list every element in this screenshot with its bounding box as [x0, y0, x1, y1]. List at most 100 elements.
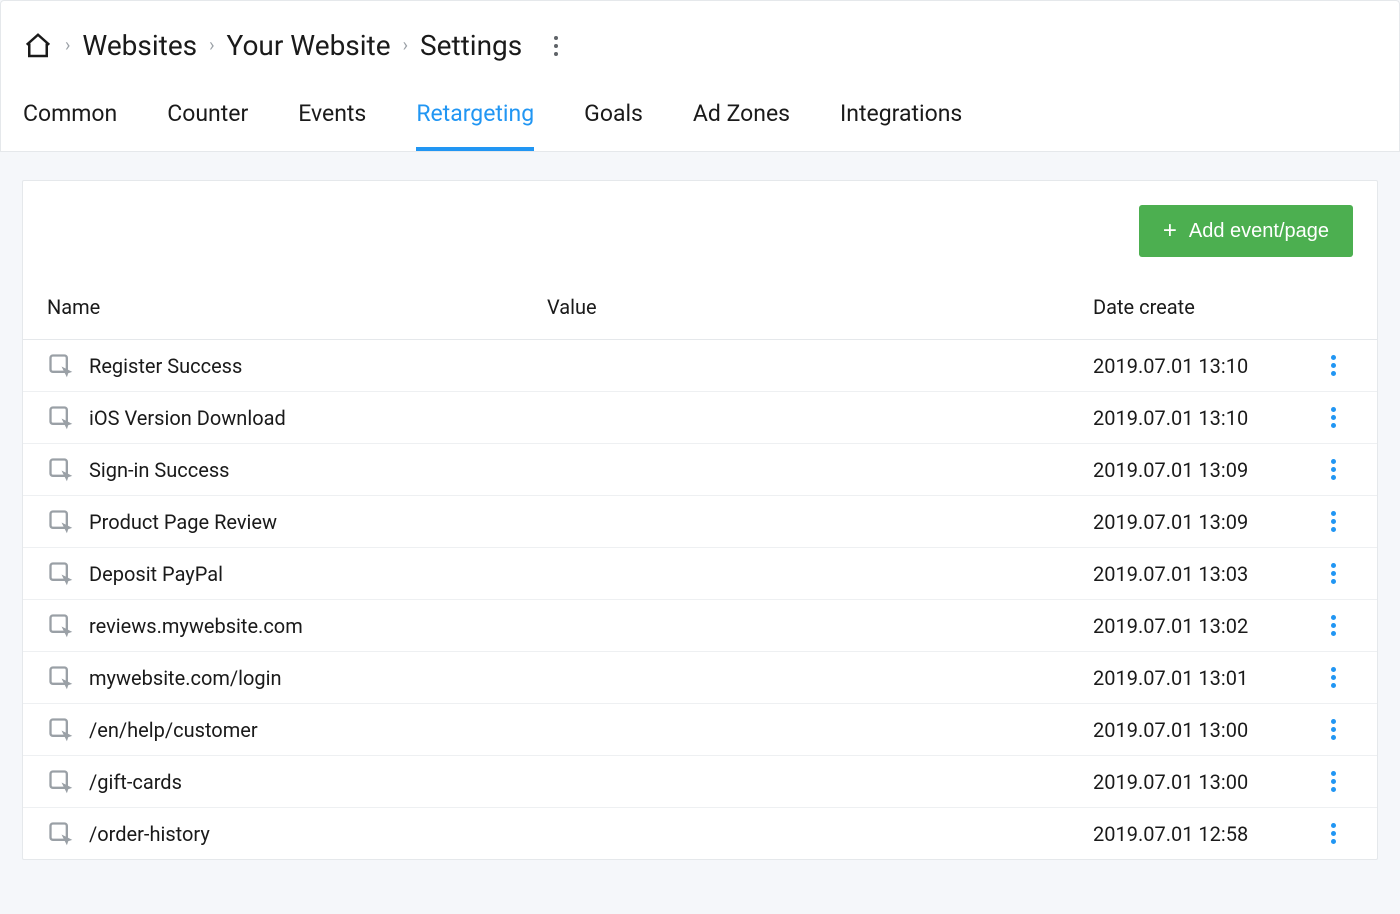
row-menu-icon[interactable] — [1327, 663, 1340, 692]
retargeting-card: + Add event/page Name Value Date create … — [22, 180, 1378, 860]
column-header-date: Date create — [1093, 295, 1313, 319]
row-menu-icon[interactable] — [1327, 455, 1340, 484]
row-date-cell: 2019.07.01 13:10 — [1093, 354, 1313, 378]
row-actions-cell — [1313, 559, 1353, 588]
add-event-page-button[interactable]: + Add event/page — [1139, 205, 1353, 257]
table-row[interactable]: Product Page Review 2019.07.01 13:09 — [23, 496, 1377, 548]
row-actions-cell — [1313, 455, 1353, 484]
row-name-text: iOS Version Download — [89, 406, 286, 430]
chevron-right-icon: › — [403, 35, 408, 56]
row-name-text: Deposit PayPal — [89, 562, 223, 586]
row-actions-cell — [1313, 351, 1353, 380]
page-cursor-icon — [47, 768, 75, 796]
row-menu-icon[interactable] — [1327, 351, 1340, 380]
tab-integrations[interactable]: Integrations — [840, 82, 962, 151]
row-menu-icon[interactable] — [1327, 507, 1340, 536]
row-name-text: mywebsite.com/login — [89, 666, 282, 690]
row-menu-icon[interactable] — [1327, 767, 1340, 796]
page-cursor-icon — [47, 716, 75, 744]
row-name-text: /en/help/customer — [89, 718, 258, 742]
breadcrumb-item-websites[interactable]: Websites — [82, 29, 197, 62]
card-actions: + Add event/page — [23, 181, 1377, 281]
row-date-cell: 2019.07.01 13:00 — [1093, 770, 1313, 794]
row-date-cell: 2019.07.01 13:01 — [1093, 666, 1313, 690]
row-menu-icon[interactable] — [1327, 611, 1340, 640]
row-name-text: /gift-cards — [89, 770, 182, 794]
row-actions-cell — [1313, 767, 1353, 796]
add-button-label: Add event/page — [1189, 220, 1329, 243]
table-rows: Register Success2019.07.01 13:10iOS Vers… — [23, 340, 1377, 859]
row-date-cell: 2019.07.01 13:10 — [1093, 406, 1313, 430]
home-icon[interactable] — [23, 31, 53, 61]
row-name-text: Register Success — [89, 354, 242, 378]
table-row[interactable]: /en/help/customer 2019.07.01 13:00 — [23, 704, 1377, 756]
row-menu-icon[interactable] — [1327, 715, 1340, 744]
table-row[interactable]: mywebsite.com/login 2019.07.01 13:01 — [23, 652, 1377, 704]
row-date-cell: 2019.07.01 13:00 — [1093, 718, 1313, 742]
row-name-cell: Sign-in Success — [47, 456, 547, 484]
chevron-right-icon: › — [209, 35, 214, 56]
tabs: Common Counter Events Retargeting Goals … — [1, 82, 1399, 151]
content-area: + Add event/page Name Value Date create … — [0, 152, 1400, 888]
table-header: Name Value Date create — [23, 281, 1377, 340]
row-name-text: Product Page Review — [89, 510, 277, 534]
row-name-cell: Product Page Review — [47, 508, 547, 536]
page-cursor-icon — [47, 456, 75, 484]
column-header-value: Value — [547, 295, 1093, 319]
page-cursor-icon — [47, 404, 75, 432]
row-actions-cell — [1313, 507, 1353, 536]
tab-goals[interactable]: Goals — [584, 82, 643, 151]
row-date-cell: 2019.07.01 13:09 — [1093, 458, 1313, 482]
row-name-cell: Register Success — [47, 352, 547, 380]
breadcrumb-item-your-website[interactable]: Your Website — [227, 29, 391, 62]
column-header-actions — [1313, 295, 1353, 319]
page-cursor-icon — [47, 664, 75, 692]
more-menu-icon[interactable] — [544, 34, 568, 58]
row-name-cell: reviews.mywebsite.com — [47, 612, 547, 640]
row-actions-cell — [1313, 663, 1353, 692]
table-row[interactable]: Register Success 2019.07.01 13:10 — [23, 340, 1377, 392]
row-date-cell: 2019.07.01 13:09 — [1093, 510, 1313, 534]
row-actions-cell — [1313, 715, 1353, 744]
table-row[interactable]: reviews.mywebsite.com 2019.07.01 13:02 — [23, 600, 1377, 652]
page-cursor-icon — [47, 352, 75, 380]
table-row[interactable]: Deposit PayPal 2019.07.01 13:03 — [23, 548, 1377, 600]
tab-events[interactable]: Events — [298, 82, 366, 151]
tab-retargeting[interactable]: Retargeting — [416, 82, 534, 151]
column-header-name: Name — [47, 295, 547, 319]
page-cursor-icon — [47, 508, 75, 536]
row-menu-icon[interactable] — [1327, 819, 1340, 848]
row-actions-cell — [1313, 819, 1353, 848]
row-name-cell: /gift-cards — [47, 768, 547, 796]
table-row[interactable]: Sign-in Success 2019.07.01 13:09 — [23, 444, 1377, 496]
row-name-cell: /order-history — [47, 820, 547, 848]
row-menu-icon[interactable] — [1327, 403, 1340, 432]
row-name-cell: mywebsite.com/login — [47, 664, 547, 692]
row-actions-cell — [1313, 403, 1353, 432]
tab-counter[interactable]: Counter — [167, 82, 248, 151]
row-name-cell: iOS Version Download — [47, 404, 547, 432]
breadcrumb-item-settings[interactable]: Settings — [420, 29, 522, 62]
page-cursor-icon — [47, 820, 75, 848]
breadcrumb: › Websites › Your Website › Settings — [1, 1, 1399, 82]
row-name-cell: /en/help/customer — [47, 716, 547, 744]
row-name-text: Sign-in Success — [89, 458, 230, 482]
row-name-cell: Deposit PayPal — [47, 560, 547, 588]
table-row[interactable]: iOS Version Download 2019.07.01 13:10 — [23, 392, 1377, 444]
row-date-cell: 2019.07.01 13:03 — [1093, 562, 1313, 586]
row-date-cell: 2019.07.01 12:58 — [1093, 822, 1313, 846]
tab-ad-zones[interactable]: Ad Zones — [693, 82, 790, 151]
chevron-right-icon: › — [65, 35, 70, 56]
row-date-cell: 2019.07.01 13:02 — [1093, 614, 1313, 638]
row-actions-cell — [1313, 611, 1353, 640]
table-row[interactable]: /order-history 2019.07.01 12:58 — [23, 808, 1377, 859]
row-name-text: reviews.mywebsite.com — [89, 614, 303, 638]
row-menu-icon[interactable] — [1327, 559, 1340, 588]
page-cursor-icon — [47, 560, 75, 588]
plus-icon: + — [1163, 219, 1177, 243]
table-row[interactable]: /gift-cards 2019.07.01 13:00 — [23, 756, 1377, 808]
page-cursor-icon — [47, 612, 75, 640]
tab-common[interactable]: Common — [23, 82, 117, 151]
row-name-text: /order-history — [89, 822, 210, 846]
page-header: › Websites › Your Website › Settings Com… — [0, 0, 1400, 152]
